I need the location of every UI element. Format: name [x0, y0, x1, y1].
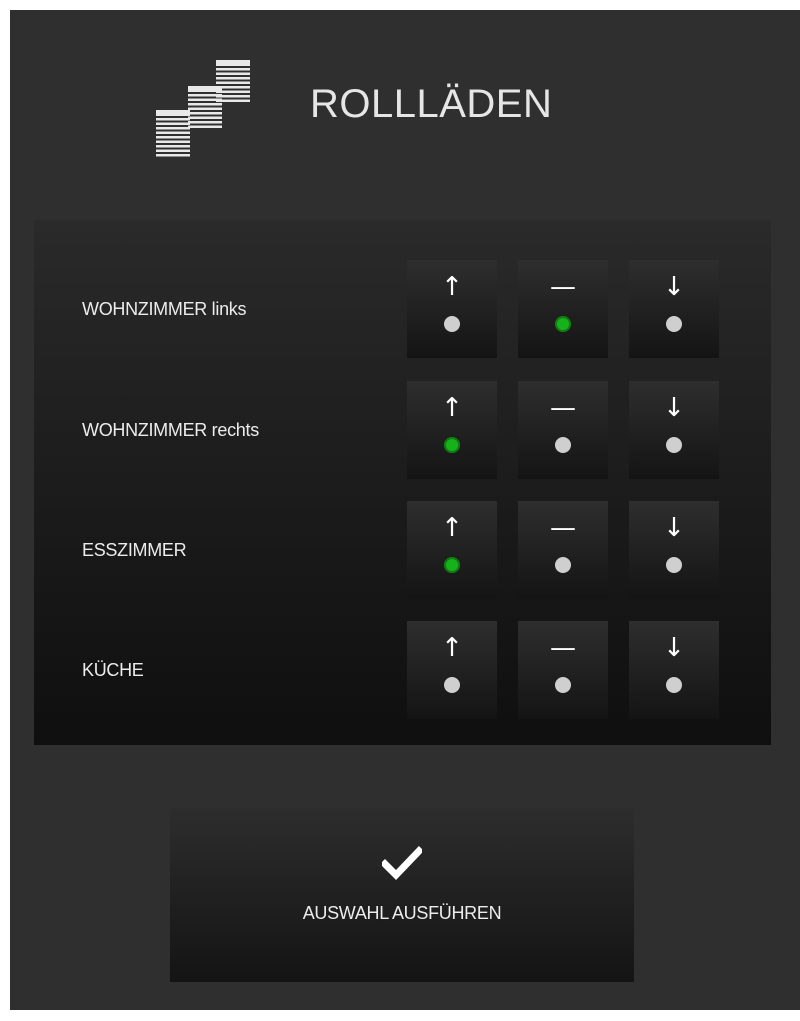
roller-shutters-icon [156, 60, 250, 157]
execute-selection-button[interactable]: AUSWAHL AUSFÜHREN [170, 808, 634, 982]
row-label: WOHNZIMMER links [82, 299, 247, 319]
shutter-row-wohnzimmer-links: WOHNZIMMER links ↑ — ↓ [34, 260, 771, 358]
arrow-down-icon: ↓ [663, 393, 685, 423]
up-button[interactable]: ↑ [407, 260, 497, 358]
status-indicator [555, 557, 571, 573]
status-indicator [444, 677, 460, 693]
status-indicator-active [444, 437, 460, 453]
up-button[interactable]: ↑ [407, 621, 497, 719]
stop-button[interactable]: — [518, 621, 608, 719]
stop-dash-icon: — [550, 513, 576, 543]
arrow-up-icon: ↑ [441, 272, 463, 302]
status-indicator [666, 316, 682, 332]
shutter-row-esszimmer: ESSZIMMER ↑ — ↓ [34, 501, 771, 599]
up-button[interactable]: ↑ [407, 381, 497, 479]
arrow-down-icon: ↓ [663, 272, 685, 302]
stop-button[interactable]: — [518, 260, 608, 358]
status-indicator [666, 437, 682, 453]
status-indicator [555, 677, 571, 693]
app-window: ROLLLÄDEN WOHNZIMMER links ↑ — ↓ WOHNZIM… [10, 10, 800, 1010]
header: ROLLLÄDEN [10, 10, 800, 200]
shutter-control-panel: WOHNZIMMER links ↑ — ↓ WOHNZIMMER rechts… [34, 220, 771, 745]
arrow-down-icon: ↓ [663, 513, 685, 543]
up-button[interactable]: ↑ [407, 501, 497, 599]
status-indicator [666, 677, 682, 693]
arrow-up-icon: ↑ [441, 513, 463, 543]
status-indicator [666, 557, 682, 573]
arrow-up-icon: ↑ [441, 393, 463, 423]
shutter-row-wohnzimmer-rechts: WOHNZIMMER rechts ↑ — ↓ [34, 381, 771, 479]
stop-dash-icon: — [550, 272, 576, 302]
stop-dash-icon: — [550, 633, 576, 663]
down-button[interactable]: ↓ [629, 501, 719, 599]
row-label: ESSZIMMER [82, 540, 187, 560]
status-indicator-active [444, 557, 460, 573]
row-label: WOHNZIMMER rechts [82, 420, 259, 440]
arrow-down-icon: ↓ [663, 633, 685, 663]
page-title: ROLLLÄDEN [310, 82, 553, 126]
status-indicator-active [555, 316, 571, 332]
stop-dash-icon: — [550, 393, 576, 423]
shutter-row-kueche: KÜCHE ↑ — ↓ [34, 621, 771, 719]
execute-button-label: AUSWAHL AUSFÜHREN [302, 903, 502, 923]
row-label: KÜCHE [82, 660, 144, 680]
down-button[interactable]: ↓ [629, 381, 719, 479]
down-button[interactable]: ↓ [629, 621, 719, 719]
stop-button[interactable]: — [518, 501, 608, 599]
checkmark-icon [382, 846, 422, 880]
status-indicator [444, 316, 460, 332]
arrow-up-icon: ↑ [441, 633, 463, 663]
stop-button[interactable]: — [518, 381, 608, 479]
down-button[interactable]: ↓ [629, 260, 719, 358]
status-indicator [555, 437, 571, 453]
